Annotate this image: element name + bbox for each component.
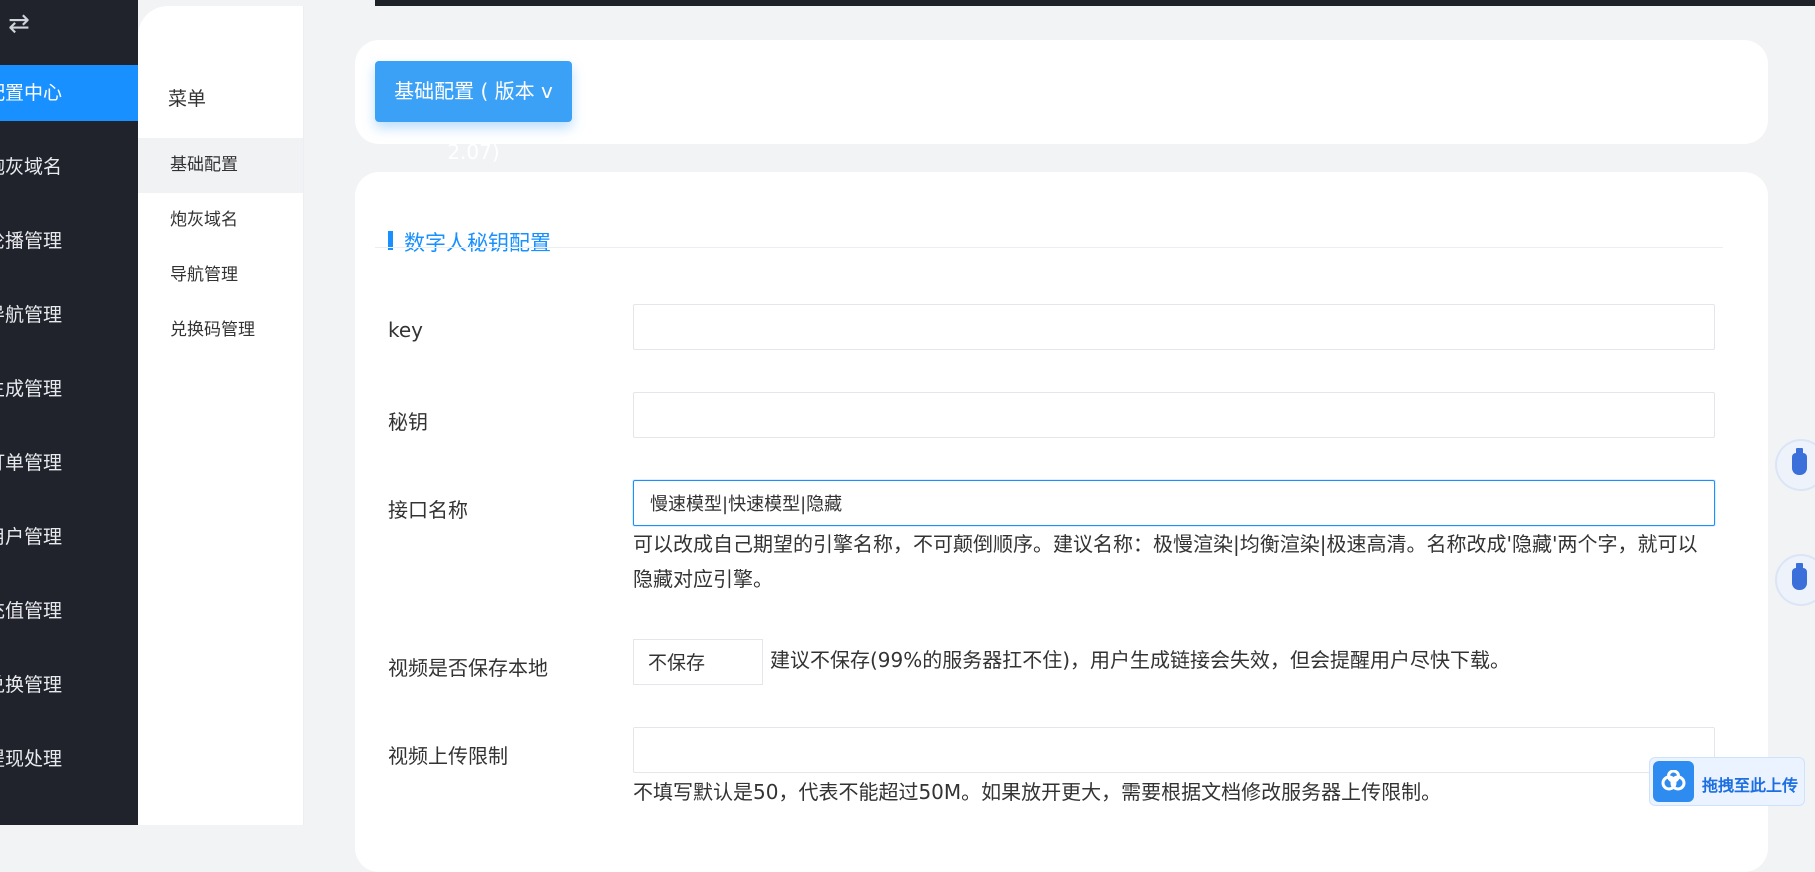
sidebar-item-generation[interactable]: 生成管理 xyxy=(0,361,138,417)
sidebar-item-config-center[interactable]: 配置中心 xyxy=(0,65,138,121)
swap-icon[interactable]: ⇄ xyxy=(8,10,30,38)
sidebar-item-orders[interactable]: 订单管理 xyxy=(0,435,138,491)
header-card: 基础配置 ( 版本 v 2.07) xyxy=(355,40,1768,164)
sidebar-item-label: 导航管理 xyxy=(0,304,63,326)
sidebar-item-label: 提现处理 xyxy=(0,748,63,770)
main-sidebar: ⇄ 配置中心 炮灰域名 轮播管理 导航管理 生成管理 订单管理 用户管理 充值管… xyxy=(0,0,138,825)
drag-upload-widget[interactable]: 拖拽至此上传 xyxy=(1649,757,1805,806)
api-name-hint: 可以改成自己期望的引擎名称，不可颠倒顺序。建议名称：极慢渲染|均衡渲染|极速高清… xyxy=(633,532,1698,591)
usb-float-button-2[interactable] xyxy=(1777,556,1815,604)
sidebar-item-label: 轮播管理 xyxy=(0,230,63,252)
sidebar-item-recharge[interactable]: 充值管理 xyxy=(0,583,138,639)
upload-limit-input[interactable] xyxy=(633,727,1715,773)
submenu-item-cannon-domain[interactable]: 炮灰域名 xyxy=(138,193,303,248)
submenu-panel: 菜单 基础配置 炮灰域名 导航管理 兑换码管理 xyxy=(138,6,304,825)
sidebar-item-users[interactable]: 用户管理 xyxy=(0,509,138,565)
save-local-select[interactable]: 不保存 xyxy=(633,639,763,685)
sidebar-item-label: 用户管理 xyxy=(0,526,63,548)
save-local-label: 视频是否保存本地 xyxy=(388,656,548,680)
sidebar-item-label: 订单管理 xyxy=(0,452,63,474)
submenu-item-redeem-code[interactable]: 兑换码管理 xyxy=(138,303,303,358)
upload-limit-label: 视频上传限制 xyxy=(388,744,508,768)
sidebar-item-navigation[interactable]: 导航管理 xyxy=(0,287,138,343)
sidebar-item-redeem[interactable]: 兑换管理 xyxy=(0,657,138,713)
secret-input[interactable] xyxy=(633,392,1715,438)
usb-icon xyxy=(1792,563,1807,590)
submenu-item-basic-config[interactable]: 基础配置 xyxy=(138,138,303,193)
save-local-hint: 建议不保存(99%的服务器扛不住)，用户生成链接会失效，但会提醒用户尽快下载。 xyxy=(770,648,1511,672)
key-input[interactable] xyxy=(633,304,1715,350)
submenu-title: 菜单 xyxy=(168,88,207,110)
key-label: key xyxy=(388,318,424,342)
sidebar-item-cannon-domain[interactable]: 炮灰域名 xyxy=(0,139,138,195)
top-bar xyxy=(375,0,1815,6)
sidebar-item-carousel[interactable]: 轮播管理 xyxy=(0,213,138,269)
usb-icon xyxy=(1792,448,1807,475)
sidebar-item-withdraw[interactable]: 提现处理 xyxy=(0,731,138,787)
usb-float-button[interactable] xyxy=(1777,441,1815,489)
sidebar-item-label: 炮灰域名 xyxy=(0,156,63,178)
sidebar-item-label: 生成管理 xyxy=(0,378,63,400)
sidebar-item-label: 兑换管理 xyxy=(0,674,63,696)
sidebar-item-label: 配置中心 xyxy=(0,82,63,104)
upload-limit-hint: 不填写默认是50，代表不能超过50M。如果放开更大，需要根据文档修改服务器上传限… xyxy=(633,780,1442,804)
cloud-icon xyxy=(1653,761,1694,802)
secret-label: 秘钥 xyxy=(388,410,428,434)
version-button[interactable]: 基础配置 ( 版本 v 2.07) xyxy=(375,61,572,164)
submenu-item-navigation[interactable]: 导航管理 xyxy=(138,248,303,303)
api-name-label: 接口名称 xyxy=(388,498,468,522)
config-form-card: 数字人秘钥配置 key 秘钥 接口名称 可以改成自己期望的引擎名称，不可颠倒顺序… xyxy=(355,172,1768,872)
sidebar-item-label: 充值管理 xyxy=(0,600,63,622)
upload-widget-label: 拖拽至此上传 xyxy=(1702,776,1799,795)
api-name-input[interactable] xyxy=(633,480,1715,526)
section-divider xyxy=(375,212,1723,248)
